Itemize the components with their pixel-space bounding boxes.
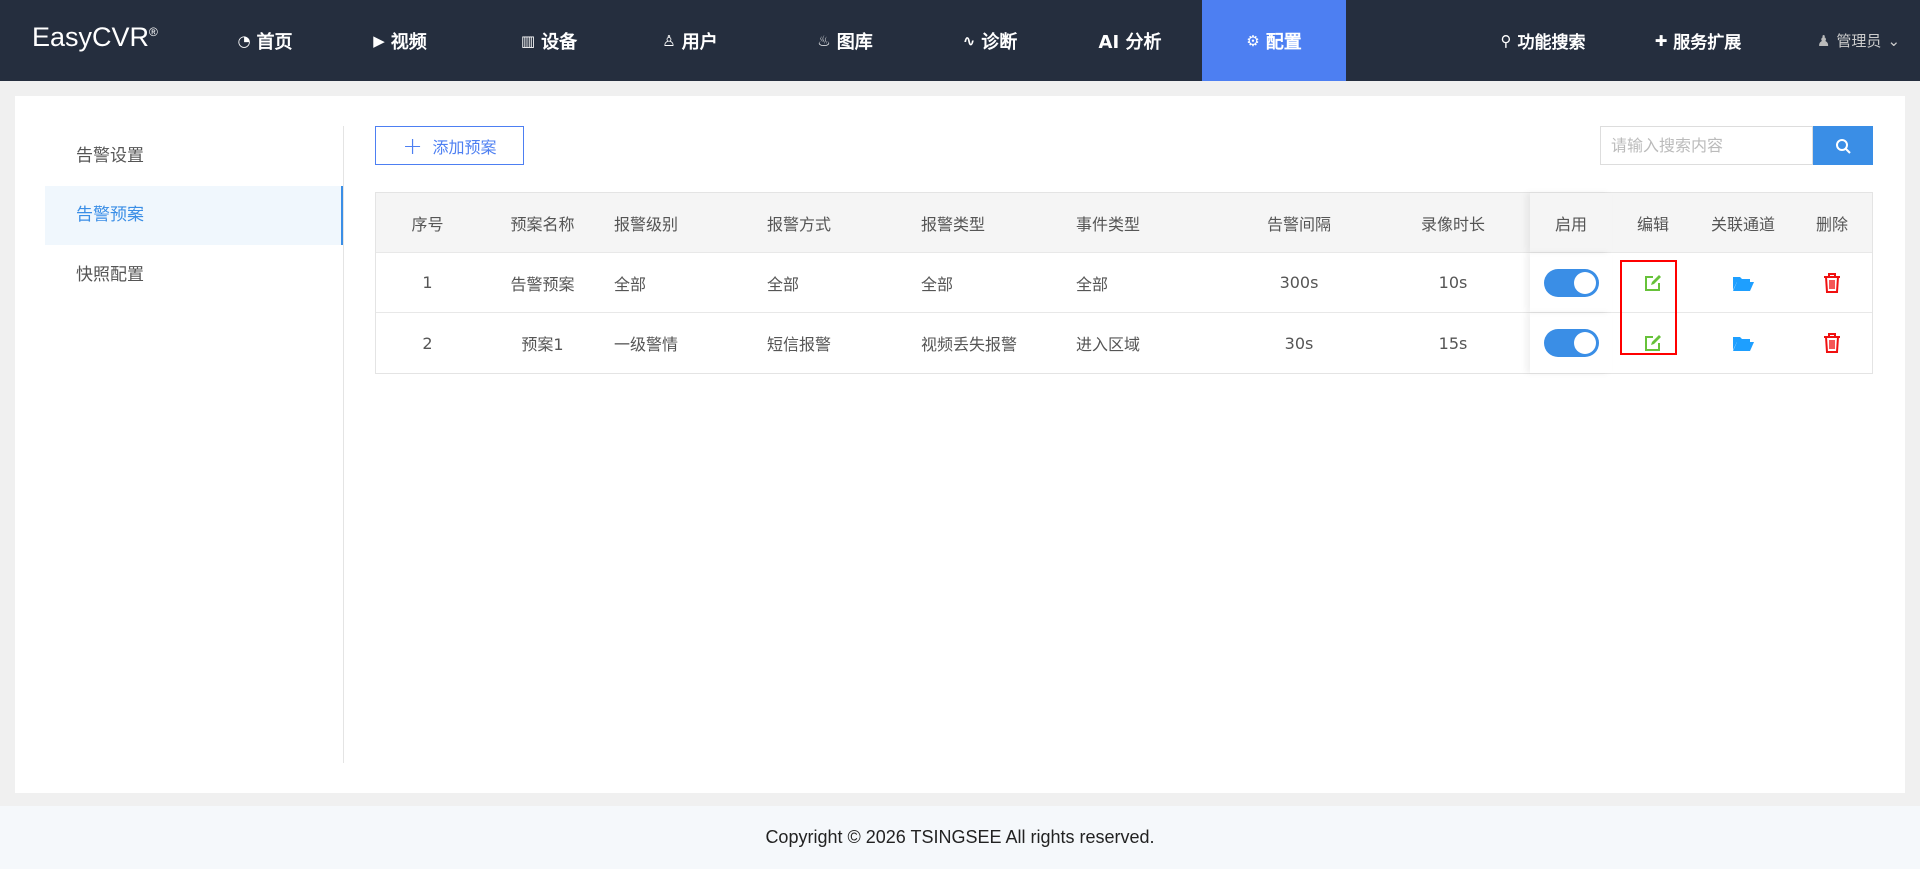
feature-search[interactable]: ⚲ 功能搜索 <box>1488 0 1598 81</box>
pulse-icon: ∿ <box>962 31 976 50</box>
cell-duration: 15s <box>1438 333 1468 353</box>
cell-method: 全部 <box>767 274 800 294</box>
logo-reg: ® <box>149 25 158 39</box>
cell-interval: 300s <box>1279 273 1319 292</box>
cell-event: 全部 <box>1076 274 1109 294</box>
logo[interactable]: EasyCVR® <box>32 22 158 53</box>
cell-no: 1 <box>422 273 433 292</box>
cell-delete <box>1792 313 1872 373</box>
sidebar-label: 告警预案 <box>76 205 144 225</box>
trash-icon[interactable] <box>1823 333 1841 353</box>
nav-video[interactable]: ▶ 视频 <box>345 0 455 81</box>
cell-duration: 10s <box>1438 273 1468 292</box>
service-extend-label: 服务扩展 <box>1673 33 1742 53</box>
feature-search-label: 功能搜索 <box>1517 33 1586 53</box>
col-header: 序号 <box>411 214 444 234</box>
nav-label: 设备 <box>541 31 578 53</box>
footer: Copyright © 2026 TSINGSEE All rights res… <box>0 806 1920 869</box>
cell-type: 视频丢失报警 <box>921 335 1018 354</box>
cell-event: 进入区域 <box>1076 335 1141 354</box>
sidebar-label: 快照配置 <box>76 265 144 285</box>
highlight-box <box>1620 260 1677 355</box>
divider <box>343 126 344 763</box>
nav-label: 配置 <box>1265 31 1302 53</box>
avatar-icon: ♟ <box>1816 31 1831 50</box>
table-header: 序号 预案名称 报警级别 报警方式 报警类型 事件类型 告警间隔 录像时长 启用… <box>376 193 1872 253</box>
nav-label: 视频 <box>390 31 427 53</box>
col-header: 启用 <box>1530 193 1612 252</box>
cell-type: 全部 <box>921 274 954 294</box>
add-plan-label: 添加预案 <box>432 137 497 157</box>
folder-open-icon[interactable] <box>1732 274 1754 292</box>
user-icon: ♙ <box>662 31 676 50</box>
nav-label: 用户 <box>681 31 718 53</box>
col-header: 告警间隔 <box>1266 214 1331 234</box>
search-icon: ⚲ <box>1500 31 1512 50</box>
dashboard-icon: ◔ <box>237 31 251 50</box>
col-header: 报警级别 <box>614 214 679 234</box>
nav-label: AI 分析 <box>1098 31 1162 53</box>
trash-icon[interactable] <box>1823 272 1841 293</box>
cell-channel <box>1694 253 1792 312</box>
col-header: 预案名称 <box>510 214 575 234</box>
logo-text: EasyCVR <box>32 22 150 52</box>
service-extend[interactable]: ✚ 服务扩展 <box>1638 0 1758 81</box>
copyright: Copyright © 2026 TSINGSEE All rights res… <box>765 827 1155 847</box>
col-header: 删除 <box>1815 214 1848 234</box>
col-header: 录像时长 <box>1420 214 1485 234</box>
plus-icon: + <box>402 131 423 160</box>
folder-open-icon[interactable] <box>1732 334 1754 352</box>
nav-diagnose[interactable]: ∿ 诊断 <box>935 0 1045 81</box>
nav-user[interactable]: ♙ 用户 <box>635 0 745 81</box>
col-header: 关联通道 <box>1710 214 1775 234</box>
search-icon <box>1836 138 1851 154</box>
col-header: 报警方式 <box>767 214 832 234</box>
nav-ai[interactable]: AI 分析 <box>1075 0 1185 81</box>
col-header: 事件类型 <box>1076 214 1141 234</box>
add-plan-button[interactable]: + 添加预案 <box>375 126 524 165</box>
cell-interval: 30s <box>1284 333 1314 353</box>
user-name: 管理员 <box>1836 32 1882 50</box>
content-panel: 告警设置 告警预案 快照配置 + 添加预案 请输入搜索内容 序号 预案名称 报警级… <box>15 96 1905 793</box>
play-icon: ▶ <box>373 31 385 50</box>
top-header: EasyCVR® ◔ 首页 ▶ 视频 ▥ 设备 ♙ 用户 ♨ 图库 ∿ 诊断 AI 分析 ⚙… <box>0 0 1920 81</box>
puzzle-icon: ✚ <box>1654 31 1668 50</box>
nav-label: 首页 <box>256 31 293 53</box>
enable-toggle[interactable] <box>1543 329 1599 357</box>
nav-home[interactable]: ◔ 首页 <box>210 0 320 81</box>
sidebar-item-alarm-settings[interactable]: 告警设置 <box>45 127 343 186</box>
nav-gallery[interactable]: ♨ 图库 <box>790 0 900 81</box>
user-menu[interactable]: ♟ 管理员 ⌄ <box>1806 0 1911 81</box>
enable-toggle[interactable] <box>1543 268 1599 297</box>
alarm-icon: ♨ <box>817 31 831 50</box>
sidebar-item-snapshot[interactable]: 快照配置 <box>45 246 343 305</box>
col-header: 编辑 <box>1636 214 1669 234</box>
cell-method: 短信报警 <box>767 335 832 354</box>
sidebar-label: 告警设置 <box>76 146 144 166</box>
device-icon: ▥ <box>520 31 536 50</box>
search-input[interactable]: 请输入搜索内容 <box>1600 126 1813 165</box>
nav-config[interactable]: ⚙ 配置 <box>1202 0 1346 81</box>
cell-delete <box>1792 253 1872 312</box>
col-header: 报警类型 <box>921 214 986 234</box>
cell-level: 一级警情 <box>614 335 679 354</box>
cell-level: 全部 <box>614 274 647 294</box>
nav-device[interactable]: ▥ 设备 <box>494 0 604 81</box>
nav-label: 图库 <box>836 31 873 53</box>
chevron-down-icon: ⌄ <box>1887 31 1901 50</box>
gear-icon: ⚙ <box>1246 31 1260 50</box>
cell-name: 告警预案 <box>510 274 575 294</box>
cell-enable <box>1530 253 1612 312</box>
sidebar-item-alarm-plan[interactable]: 告警预案 <box>45 186 343 245</box>
search-button[interactable] <box>1813 126 1873 165</box>
cell-name: 预案1 <box>521 335 564 354</box>
cell-channel <box>1694 313 1792 373</box>
cell-enable <box>1530 313 1612 373</box>
nav-label: 诊断 <box>981 31 1018 53</box>
cell-no: 2 <box>422 333 433 353</box>
